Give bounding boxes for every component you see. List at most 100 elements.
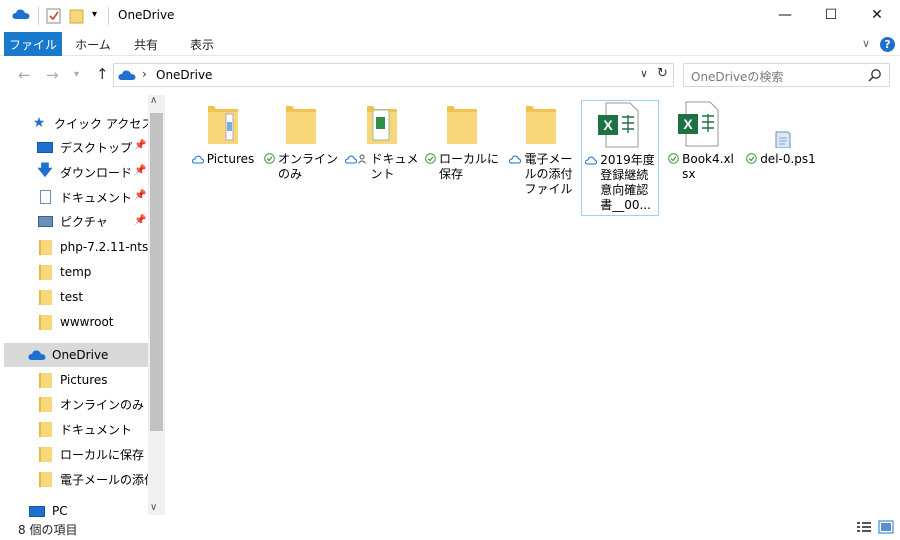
nav-label: ローカルに保存 [60,447,145,462]
search-icon[interactable] [868,68,882,85]
file-name: Book4.xl sx [682,152,734,181]
refresh-icon[interactable]: ↻ [657,66,668,81]
pin-icon[interactable]: 📌 [134,165,146,176]
file-name: del-0.ps1 [760,152,816,166]
nav-label: デスクトップ [60,140,133,155]
nav-label: クイック アクセス [54,116,154,131]
svg-text:X: X [603,117,613,133]
nav-onedrive-documents[interactable]: ドキュメント [36,417,132,441]
folder-icon [36,446,54,462]
file-item[interactable]: Pictures [184,100,262,168]
nav-onedrive-local[interactable]: ローカルに保存 [36,442,144,466]
minimize-button[interactable]: — [762,0,808,30]
check-status-icon [425,153,436,168]
pin-icon[interactable]: 📌 [134,140,146,151]
folder-icon [184,100,262,148]
desktop-icon [36,139,54,155]
folder-icon [36,396,54,412]
folder-icon [36,471,54,487]
close-button[interactable]: ✕ [854,0,900,30]
tab-share[interactable]: 共有 [126,32,166,56]
file-item[interactable]: ドキュメ ント [343,100,421,182]
nav-item-php[interactable]: php-7.2.11-nts-V [36,235,148,259]
separator [38,7,39,25]
cloud-shared-status-icon [345,153,367,168]
nav-onedrive-pictures[interactable]: Pictures [36,368,108,392]
nav-item-pictures[interactable]: ピクチャ [36,209,148,233]
scroll-thumb[interactable] [150,113,163,431]
check-status-icon [668,153,679,168]
breadcrumb-separator: › [142,67,147,81]
check-status-icon [746,153,757,168]
pin-icon[interactable]: 📌 [134,215,146,226]
folder-icon [36,421,54,437]
properties-icon[interactable] [46,8,62,27]
file-name: Pictures [206,152,255,166]
nav-item-wwwroot[interactable]: wwwroot [36,310,114,334]
scroll-down-icon[interactable]: ∨ [150,502,157,513]
title-bar: ▾ OneDrive — ☐ ✕ [0,0,900,32]
cloud-status-icon [191,153,204,168]
tab-view[interactable]: 表示 [180,32,224,56]
tab-home[interactable]: ホーム [70,32,116,56]
nav-label: php-7.2.11-nts-V [60,240,148,254]
nav-label: wwwroot [60,315,114,329]
nav-onedrive-attachments[interactable]: 電子メールの添付: [36,467,148,491]
view-toggle [856,520,896,537]
check-status-icon [264,153,275,168]
file-item[interactable]: X Book4.xl sx [662,100,740,182]
ribbon-tabs: ファイル ホーム 共有 表示 [0,32,900,56]
file-item[interactable]: X 2019年度 登録継続 意向確認 書__00... [581,100,659,216]
document-icon [36,189,54,205]
cloud-status-icon [509,153,522,168]
nav-item-desktop[interactable]: デスクトップ [36,135,148,159]
quick-access-dropdown-icon[interactable]: ▾ [92,9,97,20]
scroll-up-icon[interactable]: ∧ [150,95,157,106]
nav-label: ダウンロード [60,165,133,180]
search-box[interactable]: OneDriveの検索 [683,63,890,87]
nav-pc[interactable]: PC [28,499,68,523]
file-name: 2019年度 登録継続 意向確認 書__00... [600,153,655,212]
navigation-pane: ★ クイック アクセス デスクトップ 📌 🡇 ダウンロード 📌 ドキュメント 📌… [0,95,166,518]
up-arrow-icon[interactable]: ↑ [96,65,109,83]
nav-item-test[interactable]: test [36,285,83,309]
folder-icon [262,100,340,148]
pin-icon[interactable]: 📌 [134,190,146,201]
onedrive-cloud-icon [118,69,136,84]
file-item[interactable]: del-0.ps1 [742,100,820,168]
forward-arrow-icon[interactable]: → [46,66,59,84]
new-folder-icon[interactable] [69,8,85,27]
address-dropdown-icon[interactable]: ∨ [640,67,648,80]
nav-quick-access[interactable]: ★ クイック アクセス [30,111,154,135]
nav-label: ドキュメント [60,190,133,205]
recent-locations-icon[interactable]: ▾ [74,69,79,80]
back-arrow-icon[interactable]: ← [18,66,31,84]
file-item[interactable]: ローカルに 保存 [423,100,501,182]
folder-icon [36,314,54,330]
tab-file[interactable]: ファイル [4,32,62,56]
breadcrumb-onedrive[interactable]: OneDrive [156,68,212,82]
onedrive-cloud-icon [12,8,30,23]
nav-item-temp[interactable]: temp [36,260,91,284]
nav-label: test [60,290,84,304]
file-name: ローカルに 保存 [438,152,499,181]
file-item[interactable]: 電子メー ルの添付 ファイル [502,100,580,197]
nav-item-documents[interactable]: ドキュメント [36,185,148,209]
help-icon[interactable]: ? [880,37,895,52]
nav-onedrive-online-only[interactable]: オンラインのみ [36,392,144,416]
details-view-icon [857,522,871,532]
nav-onedrive[interactable]: OneDrive [4,343,148,367]
maximize-button[interactable]: ☐ [808,0,854,30]
expand-ribbon-icon[interactable]: ∨ [862,37,870,50]
script-file-icon [742,100,820,149]
nav-label: ドキュメント [60,422,133,437]
file-item[interactable]: オンライン のみ [262,100,340,182]
nav-item-downloads[interactable]: 🡇 ダウンロード [36,160,148,184]
nav-label: OneDrive [52,348,109,362]
excel-file-icon: X [662,100,740,148]
file-name: オンライン のみ [277,152,338,181]
nav-scrollbar[interactable]: ∧ ∨ [148,95,165,515]
address-bar[interactable]: › OneDrive ∨ ↻ [113,63,674,87]
svg-text:X: X [683,116,693,132]
folder-icon [36,289,54,305]
